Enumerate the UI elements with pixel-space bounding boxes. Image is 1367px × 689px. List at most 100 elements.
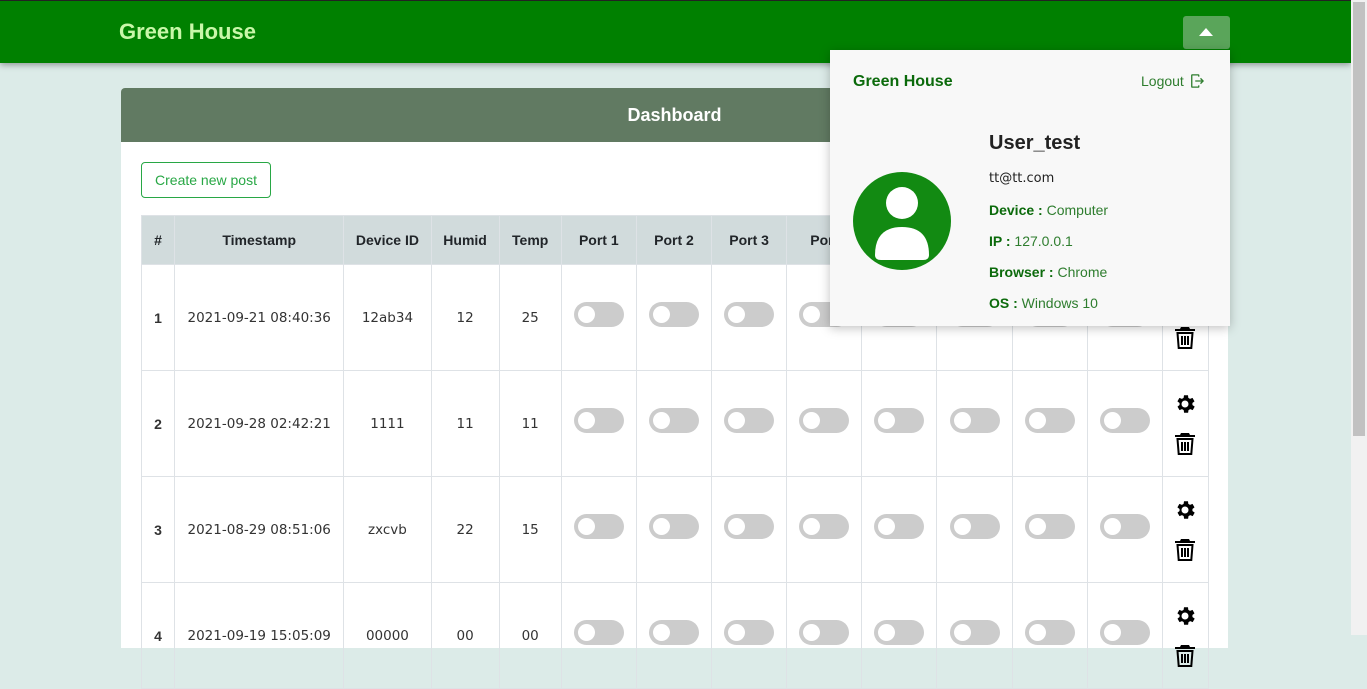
port-1-toggle[interactable] xyxy=(573,408,624,433)
port-7-cell xyxy=(1011,476,1088,583)
humid-cell: 22 xyxy=(430,476,500,583)
col-header-humid: Humid xyxy=(430,215,500,265)
port-2-toggle[interactable] xyxy=(648,514,699,539)
port-7-cell xyxy=(1011,582,1088,689)
browser-label: Browser : xyxy=(989,264,1054,280)
temp-cell: 11 xyxy=(498,370,562,477)
table-row: 4 2021-09-19 15:05:09 00000 00 00 xyxy=(140,582,1210,689)
port-6-cell xyxy=(936,476,1013,583)
device-id-cell: 1111 xyxy=(343,370,432,477)
temp-cell: 00 xyxy=(498,582,562,689)
ip-info: IP : 127.0.0.1 xyxy=(989,233,1073,249)
humid-cell: 00 xyxy=(430,582,500,689)
scrollbar-thumb[interactable] xyxy=(1353,2,1365,436)
device-id-cell: 12ab34 xyxy=(343,264,432,371)
table-row: 2 2021-09-28 02:42:21 1111 11 11 xyxy=(140,370,1210,477)
col-header-device-id: Device ID xyxy=(343,215,432,265)
port-2-toggle[interactable] xyxy=(648,302,699,327)
port-1-cell xyxy=(560,264,637,371)
col-header-port-2: Port 2 xyxy=(635,215,713,265)
timestamp-cell: 2021-09-28 02:42:21 xyxy=(174,370,345,477)
gear-icon[interactable] xyxy=(1173,392,1197,416)
logout-link[interactable]: Logout xyxy=(1141,73,1204,89)
actions-cell xyxy=(1161,582,1210,689)
user-popover: Green House Logout User_test tt@tt.com D… xyxy=(830,50,1230,326)
port-8-toggle[interactable] xyxy=(1099,514,1150,539)
port-4-cell xyxy=(786,370,863,477)
port-6-cell xyxy=(936,582,1013,689)
device-id-cell: zxcvb xyxy=(343,476,432,583)
create-post-button[interactable]: Create new post xyxy=(141,162,271,198)
user-avatar-icon xyxy=(853,172,951,270)
port-3-toggle[interactable] xyxy=(724,620,775,645)
user-name: User_test xyxy=(989,132,1081,154)
port-8-toggle[interactable] xyxy=(1099,620,1150,645)
col-header-temp: Temp xyxy=(498,215,562,265)
trash-icon[interactable] xyxy=(1174,432,1196,456)
port-2-cell xyxy=(635,476,713,583)
port-5-toggle[interactable] xyxy=(874,514,925,539)
device-id-cell: 00000 xyxy=(343,582,432,689)
port-1-toggle[interactable] xyxy=(573,514,624,539)
ip-value: 127.0.0.1 xyxy=(1014,233,1073,249)
port-8-cell xyxy=(1086,476,1163,583)
port-3-toggle[interactable] xyxy=(724,514,775,539)
port-3-toggle[interactable] xyxy=(724,408,775,433)
row-number: 4 xyxy=(140,582,176,689)
timestamp-cell: 2021-09-19 15:05:09 xyxy=(174,582,345,689)
port-1-toggle[interactable] xyxy=(573,302,624,327)
row-number: 3 xyxy=(140,476,176,583)
port-5-cell xyxy=(861,370,938,477)
port-2-toggle[interactable] xyxy=(648,408,699,433)
port-4-toggle[interactable] xyxy=(799,620,850,645)
port-1-cell xyxy=(560,370,637,477)
logout-label: Logout xyxy=(1141,73,1184,89)
port-6-cell xyxy=(936,370,1013,477)
humid-cell: 11 xyxy=(430,370,500,477)
port-3-toggle[interactable] xyxy=(724,302,775,327)
user-email: tt@tt.com xyxy=(989,171,1055,186)
os-info: OS : Windows 10 xyxy=(989,295,1098,311)
table-row: 3 2021-08-29 08:51:06 zxcvb 22 15 xyxy=(140,476,1210,583)
row-number: 1 xyxy=(140,264,176,371)
port-3-cell xyxy=(711,264,788,371)
menu-toggle-button[interactable] xyxy=(1183,16,1230,49)
temp-cell: 25 xyxy=(498,264,562,371)
trash-icon[interactable] xyxy=(1174,644,1196,668)
port-4-toggle[interactable] xyxy=(799,408,850,433)
port-5-toggle[interactable] xyxy=(874,620,925,645)
browser-value: Chrome xyxy=(1057,264,1108,280)
port-8-toggle[interactable] xyxy=(1099,408,1150,433)
brand-logo[interactable]: Green House xyxy=(119,19,256,45)
port-4-cell xyxy=(786,476,863,583)
port-2-cell xyxy=(635,370,713,477)
port-3-cell xyxy=(711,582,788,689)
trash-icon[interactable] xyxy=(1174,326,1196,350)
port-1-cell xyxy=(560,582,637,689)
port-3-cell xyxy=(711,476,788,583)
port-6-toggle[interactable] xyxy=(949,408,1000,433)
popover-brand: Green House xyxy=(853,73,953,90)
port-4-toggle[interactable] xyxy=(799,514,850,539)
port-7-toggle[interactable] xyxy=(1024,514,1075,539)
col-header-num: # xyxy=(140,215,176,265)
os-label: OS : xyxy=(989,295,1018,311)
port-1-toggle[interactable] xyxy=(573,620,624,645)
trash-icon[interactable] xyxy=(1174,538,1196,562)
gear-icon[interactable] xyxy=(1173,604,1197,628)
ip-label: IP : xyxy=(989,233,1011,249)
port-7-toggle[interactable] xyxy=(1024,408,1075,433)
humid-cell: 12 xyxy=(430,264,500,371)
port-3-cell xyxy=(711,370,788,477)
port-2-toggle[interactable] xyxy=(648,620,699,645)
col-header-timestamp: Timestamp xyxy=(174,215,345,265)
port-6-toggle[interactable] xyxy=(949,620,1000,645)
port-2-cell xyxy=(635,582,713,689)
port-7-toggle[interactable] xyxy=(1024,620,1075,645)
col-header-port-1: Port 1 xyxy=(560,215,637,265)
gear-icon[interactable] xyxy=(1173,498,1197,522)
port-8-cell xyxy=(1086,370,1163,477)
scrollbar[interactable] xyxy=(1351,0,1367,635)
port-6-toggle[interactable] xyxy=(949,514,1000,539)
port-5-toggle[interactable] xyxy=(874,408,925,433)
